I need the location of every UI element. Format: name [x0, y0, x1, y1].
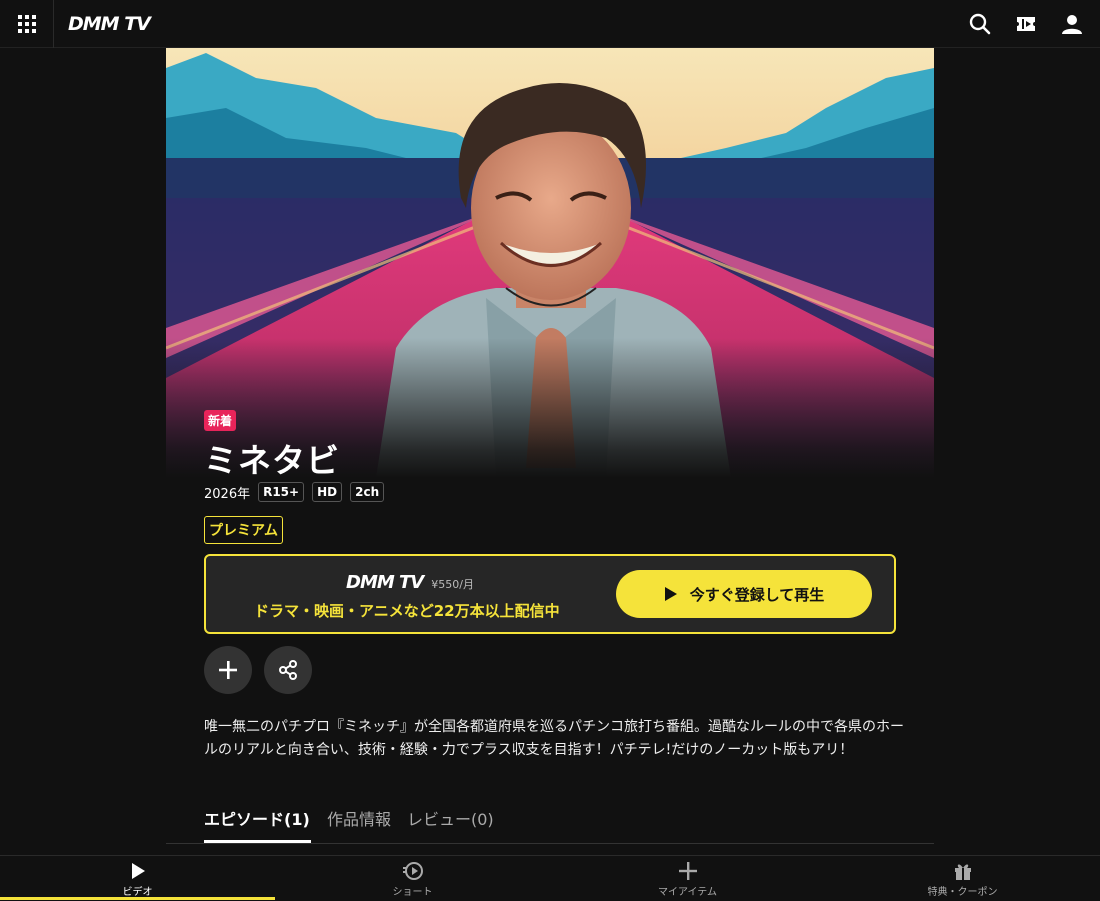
subscribe-play-label: 今すぐ登録して再生	[689, 585, 825, 604]
dmm-tv-logo[interactable]: DMM TV	[68, 13, 151, 35]
share-icon	[279, 660, 297, 680]
plus-icon	[678, 861, 697, 880]
subscribe-play-button[interactable]: 今すぐ登録して再生	[616, 570, 872, 618]
short-play-icon	[402, 861, 423, 880]
share-button[interactable]	[264, 646, 312, 694]
quality-tag: HD	[312, 482, 343, 502]
description: 唯一無二のパチプロ『ミネッチ』が全国各都道府県を巡るパチンコ旅打ち番組。過酷なル…	[204, 719, 904, 758]
tab-episodes[interactable]: エピソード(1)	[204, 806, 310, 830]
play-icon	[664, 587, 677, 601]
nav-label-short: ショート	[392, 886, 433, 898]
nav-label-video: ビデオ	[122, 886, 153, 898]
add-to-list-button[interactable]	[204, 646, 252, 694]
promo-logo: DMM TV	[346, 572, 424, 593]
play-icon	[131, 862, 145, 879]
rating-tag: R15+	[258, 482, 305, 502]
grid-menu-button[interactable]	[0, 0, 54, 48]
nav-item-video[interactable]: ビデオ	[0, 856, 275, 901]
action-buttons	[204, 646, 312, 694]
promo-brand: DMM TV ¥550/月	[346, 572, 474, 593]
nav-label-my-items: マイアイテム	[658, 886, 717, 898]
nav-label-benefits: 特典・クーポン	[927, 886, 998, 898]
search-icon[interactable]	[966, 10, 994, 38]
audio-tag: 2ch	[350, 482, 385, 502]
plus-icon	[219, 661, 237, 679]
user-icon[interactable]	[1058, 10, 1086, 38]
new-badge: 新着	[204, 410, 237, 431]
nav-item-short[interactable]: ショート	[275, 856, 550, 901]
content-tabs: エピソード(1) 作品情報 レビュー(0)	[166, 800, 934, 844]
nav-item-my-items[interactable]: マイアイテム	[550, 856, 825, 901]
tab-reviews[interactable]: レビュー(0)	[407, 806, 494, 830]
meta-row: 2026年 R15+ HD 2ch	[204, 482, 385, 502]
subscription-promo: DMM TV ¥550/月 ドラマ・映画・アニメなど22万本以上配信中 今すぐ登…	[204, 554, 896, 634]
bottom-nav: ビデオ ショート マイアイテム 特典・クーポン	[0, 855, 1100, 900]
premium-badge: プレミアム	[204, 516, 284, 544]
tab-work-info[interactable]: 作品情報	[327, 806, 391, 830]
active-tab-indicator	[204, 840, 311, 843]
page-title: ミネタビ	[204, 441, 340, 480]
gift-icon	[954, 864, 971, 880]
promo-tagline: ドラマ・映画・アニメなど22万本以上配信中	[254, 602, 560, 620]
ticket-icon[interactable]	[1012, 10, 1040, 38]
top-bar: DMM TV	[0, 0, 1100, 48]
promo-price: ¥550/月	[431, 578, 474, 591]
year-label: 2026年	[204, 486, 251, 502]
top-icons	[966, 10, 1086, 38]
nav-item-benefits[interactable]: 特典・クーポン	[825, 856, 1100, 901]
grid-menu-icon	[17, 15, 36, 33]
hero-image	[166, 48, 934, 478]
